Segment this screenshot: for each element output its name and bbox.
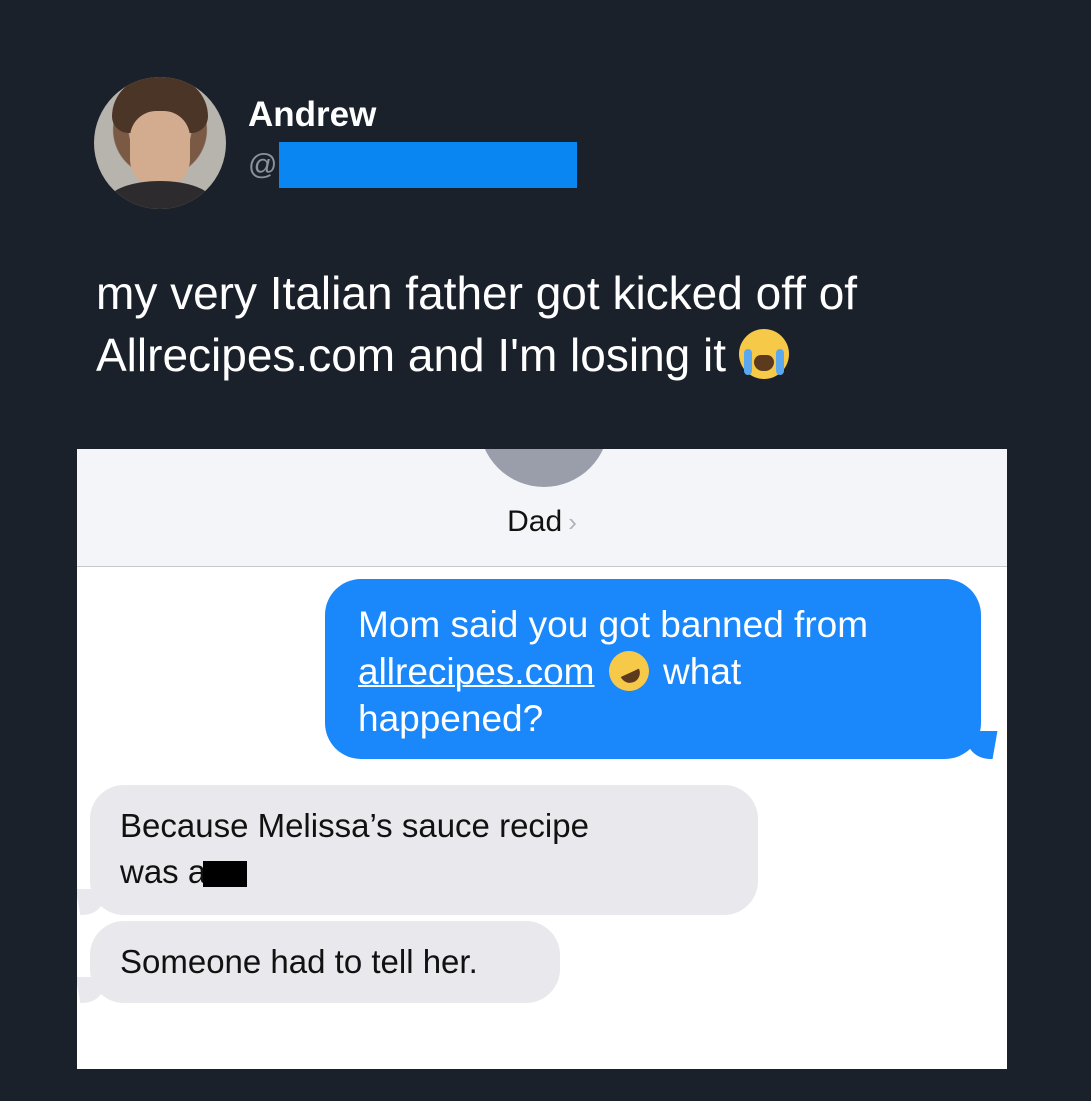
incoming-message-bubble: Because Melissa’s sauce recipe was a: [90, 785, 758, 915]
messages-screenshot[interactable]: Dad › Mom said you got banned from allrec…: [77, 449, 1007, 1069]
contact-name: Dad ›: [77, 505, 1007, 539]
contact-avatar: [479, 449, 609, 487]
outgoing-text-start: Mom said you got banned from: [358, 604, 869, 645]
author-name[interactable]: Andrew: [248, 95, 376, 135]
profile-avatar[interactable]: [94, 77, 226, 209]
incoming-text-line1: Because Melissa’s sauce recipe: [120, 807, 589, 844]
incoming-message-bubble: Someone had to tell her.: [90, 921, 560, 1003]
author-handle[interactable]: @: [248, 142, 578, 188]
incoming-text-line2: was a: [120, 853, 207, 890]
handle-redaction: [279, 142, 578, 188]
text-redaction: [203, 861, 248, 887]
handle-prefix: @: [248, 148, 278, 181]
tweet-text: my very Italian father got kicked off of…: [96, 262, 1016, 386]
chevron-right-icon: ›: [568, 507, 577, 537]
avatar-face: [130, 111, 190, 189]
outgoing-text-end1: what: [663, 651, 742, 692]
rolling-laughing-emoji-icon: [602, 644, 656, 698]
allrecipes-link[interactable]: allrecipes.com: [358, 651, 594, 692]
contact-name-label: Dad: [507, 505, 563, 538]
avatar-shirt: [108, 181, 212, 209]
outgoing-message-bubble: Mom said you got banned from allrecipes.…: [325, 579, 981, 759]
tweet-text-line1: my very Italian father got kicked off of: [96, 267, 858, 319]
crying-face-emoji-icon: [738, 329, 789, 379]
conversation-header: Dad ›: [77, 449, 1007, 567]
tweet-text-line2: Allrecipes.com and I'm losing it: [96, 329, 727, 381]
incoming-text-line1: Someone had to tell her.: [120, 943, 478, 980]
outgoing-text-end2: happened?: [358, 698, 544, 739]
